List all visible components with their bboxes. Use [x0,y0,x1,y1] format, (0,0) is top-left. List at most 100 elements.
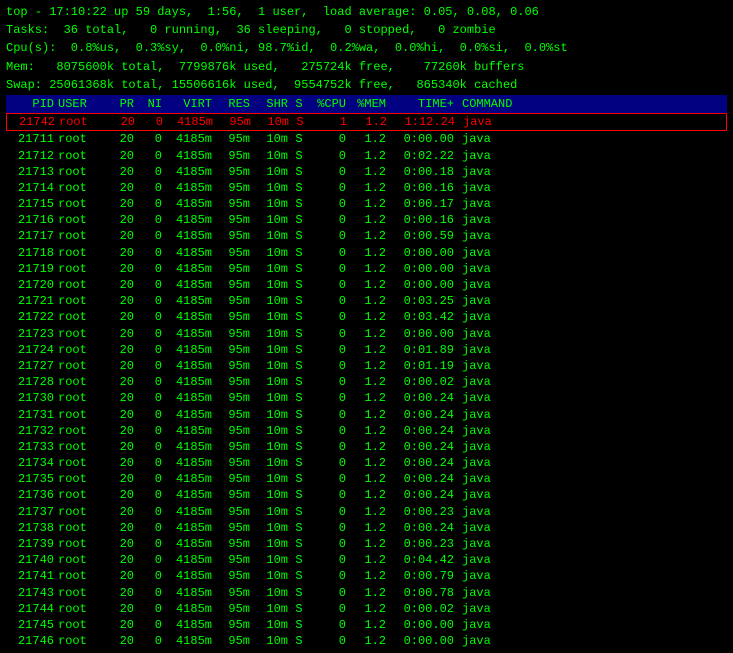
cell-shr: 10m [254,196,292,212]
cell-pr: 20 [110,164,138,180]
cell-cpu: 0 [310,309,350,325]
cell-shr: 10m [254,342,292,358]
header-line3: Cpu(s): 0.8%us, 0.3%sy, 0.0%ni, 98.7%id,… [6,40,727,56]
cell-pid: 21714 [6,180,58,196]
cell-virt: 4185m [166,358,216,374]
table-row: 21740 root 20 0 4185m 95m 10m S 0 1.2 0:… [6,552,727,568]
cell-cpu: 0 [310,277,350,293]
cell-res: 95m [216,212,254,228]
cell-ni: 0 [138,309,166,325]
cell-mem: 1.2 [350,374,390,390]
cell-cpu: 0 [310,164,350,180]
cell-s: S [292,326,310,342]
cell-pr: 20 [110,131,138,147]
cell-cpu: 0 [310,617,350,633]
cell-cpu: 0 [310,552,350,568]
cell-pid: 21743 [6,585,58,601]
cell-ni: 0 [138,455,166,471]
cell-shr: 10m [254,164,292,180]
cell-pid: 21723 [6,326,58,342]
cell-user: root [58,552,110,568]
cell-s: S [292,245,310,261]
cell-user: root [58,471,110,487]
cell-time: 0:00.59 [390,228,458,244]
cell-res: 95m [216,148,254,164]
cell-user: root [58,309,110,325]
cell-cmd: java [458,552,495,568]
table-row: 21727 root 20 0 4185m 95m 10m S 0 1.2 0:… [6,358,727,374]
col-header-s: S [292,96,310,112]
cell-cmd: java [458,423,495,439]
cell-mem: 1.2 [351,114,391,130]
cell-pid: 21711 [6,131,58,147]
cell-pid: 21727 [6,358,58,374]
cell-res: 95m [216,326,254,342]
cell-pid: 21731 [6,407,58,423]
cell-pr: 20 [110,504,138,520]
table-row: 21738 root 20 0 4185m 95m 10m S 0 1.2 0:… [6,520,727,536]
cell-res: 95m [216,228,254,244]
table-row: 21739 root 20 0 4185m 95m 10m S 0 1.2 0:… [6,536,727,552]
cell-mem: 1.2 [350,487,390,503]
cell-pid: 21717 [6,228,58,244]
cell-cmd: java [458,568,495,584]
cell-cpu: 0 [310,423,350,439]
cell-shr: 10m [254,520,292,536]
cell-virt: 4185m [166,585,216,601]
cell-shr: 10m [254,309,292,325]
cell-res: 95m [216,617,254,633]
cell-pr: 20 [110,374,138,390]
cell-shr: 10m [254,536,292,552]
cell-cmd: java [458,245,495,261]
cell-pid: 21736 [6,487,58,503]
cell-pid: 21712 [6,148,58,164]
terminal-display: top - 17:10:22 up 59 days, 1:56, 1 user,… [6,4,727,649]
cell-res: 95m [216,536,254,552]
col-header-pr: PR [110,96,138,112]
cell-cpu: 1 [311,114,351,130]
cell-shr: 10m [254,487,292,503]
cell-res: 95m [216,358,254,374]
cell-pid: 21740 [6,552,58,568]
table-row: 21736 root 20 0 4185m 95m 10m S 0 1.2 0:… [6,487,727,503]
cell-user: root [58,277,110,293]
cell-shr: 10m [254,552,292,568]
cell-time: 0:00.00 [390,277,458,293]
cell-virt: 4185m [166,423,216,439]
cell-shr: 10m [254,617,292,633]
cell-pr: 20 [110,228,138,244]
cell-shr: 10m [254,471,292,487]
cell-pid: 21730 [6,390,58,406]
cell-cpu: 0 [310,568,350,584]
cell-time: 0:00.02 [390,374,458,390]
cell-mem: 1.2 [350,520,390,536]
cell-cmd: java [458,212,495,228]
cell-ni: 0 [138,633,166,649]
cell-mem: 1.2 [350,245,390,261]
cell-ni: 0 [138,487,166,503]
cell-s: S [292,487,310,503]
cell-virt: 4185m [166,504,216,520]
cell-cpu: 0 [310,520,350,536]
cell-virt: 4185m [166,131,216,147]
cell-time: 0:00.16 [390,212,458,228]
cell-res: 95m [216,504,254,520]
cell-cpu: 0 [310,148,350,164]
cell-s: S [292,196,310,212]
cell-s: S [292,423,310,439]
cell-user: root [58,342,110,358]
cell-mem: 1.2 [350,148,390,164]
cell-mem: 1.2 [350,407,390,423]
cell-shr: 10m [254,131,292,147]
table-row: 21717 root 20 0 4185m 95m 10m S 0 1.2 0:… [6,228,727,244]
table-row: 21728 root 20 0 4185m 95m 10m S 0 1.2 0:… [6,374,727,390]
cell-res: 95m [216,374,254,390]
table-row: 21731 root 20 0 4185m 95m 10m S 0 1.2 0:… [6,407,727,423]
table-row: 21730 root 20 0 4185m 95m 10m S 0 1.2 0:… [6,390,727,406]
cell-pid: 21722 [6,309,58,325]
cell-s: S [292,261,310,277]
cell-res: 95m [216,568,254,584]
cell-pid: 21719 [6,261,58,277]
cell-virt: 4185m [166,293,216,309]
cell-pr: 20 [110,617,138,633]
